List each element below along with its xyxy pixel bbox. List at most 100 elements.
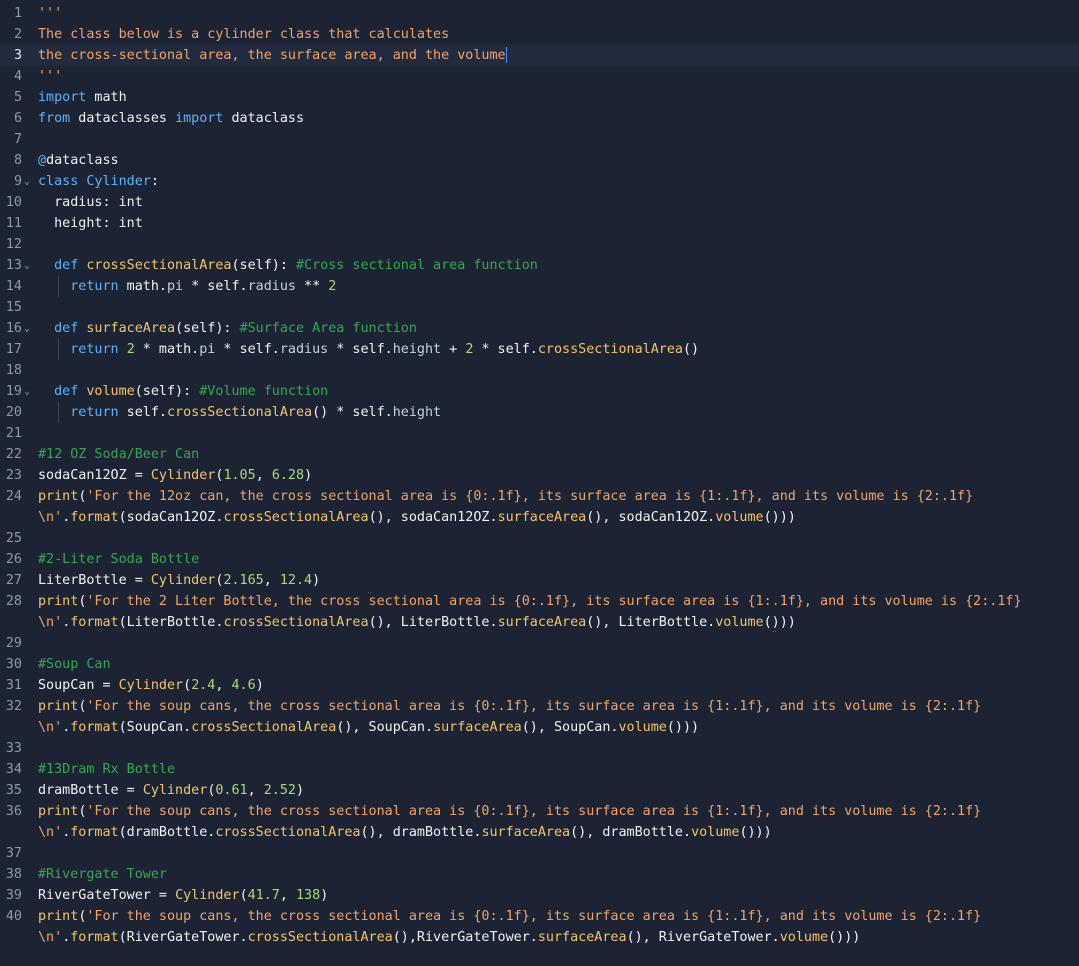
code-token: 1.05 (223, 468, 256, 483)
code-token: return (70, 405, 119, 420)
code-token: height (392, 405, 442, 420)
code-line-wrap[interactable]: \n'.format(SoupCan.crossSectionalArea(),… (0, 717, 1079, 738)
code-line-24[interactable]: 24 print('For the 12oz can, the cross sec… (0, 486, 1079, 507)
code-line-18[interactable]: 18 (0, 360, 1079, 381)
line-number: 40 (5, 909, 22, 924)
code-token: height (392, 342, 442, 357)
code-line-wrap[interactable]: \n'.format(LiterBottle.crossSectionalAre… (0, 612, 1079, 633)
code-line-26[interactable]: 26 #2-Liter Soda Bottle (0, 549, 1079, 570)
code-token: radius (279, 342, 329, 357)
code-token: volume (715, 510, 764, 525)
line-number: 7 (13, 132, 22, 147)
code-line-21[interactable]: 21 (0, 423, 1079, 444)
code-line-3[interactable]: 3 the cross-sectional area, the surface a… (0, 45, 1079, 66)
code-token: format (70, 615, 119, 630)
code-line-23[interactable]: 23 sodaCan12OZ = Cylinder(1.05, 6.28) (0, 465, 1079, 486)
line-number: 3 (13, 48, 22, 63)
code-line-13[interactable]: 13 ⌄ def crossSectionalArea(self): #Cross… (0, 255, 1079, 276)
line-number: 4 (13, 69, 22, 84)
code-line-20[interactable]: 20 return self.crossSectionalArea() * se… (0, 402, 1079, 423)
code-token: surfaceArea (537, 930, 627, 945)
code-token: crossSectionalArea (215, 825, 361, 840)
code-text: #2-Liter Soda Bottle (38, 549, 199, 570)
code-line-8[interactable]: 8 @dataclass (0, 150, 1079, 171)
code-line-4[interactable]: 4 ''' (0, 66, 1079, 87)
code-token: print (38, 804, 79, 819)
code-token: format (70, 930, 119, 945)
code-line-1[interactable]: 1 ''' (0, 3, 1079, 24)
code-token: () (683, 342, 700, 357)
code-line-27[interactable]: 27 LiterBottle = Cylinder(2.165, 12.4) (0, 570, 1079, 591)
code-line-37[interactable]: 37 (0, 843, 1079, 864)
code-token: \n' (38, 720, 63, 735)
line-number: 28 (5, 594, 22, 609)
code-text: #13Dram Rx Bottle (38, 759, 175, 780)
line-number: 8 (13, 153, 22, 168)
code-text: #12 OZ Soda/Beer Can (38, 444, 199, 465)
code-token: format (70, 720, 119, 735)
code-token: ''' (38, 69, 63, 84)
code-token: (), dramBottle. (570, 825, 692, 840)
line-number: 38 (5, 867, 22, 882)
code-token: 'For the 12oz can, the cross sectional a… (86, 489, 974, 504)
code-line-34[interactable]: 34 #13Dram Rx Bottle (0, 759, 1079, 780)
code-editor[interactable]: 1 ''' 2 The class below is a cylinder class… (0, 0, 1079, 966)
code-token: class (38, 174, 79, 189)
code-token: ())) (739, 825, 772, 840)
text-cursor (505, 47, 507, 63)
code-line-22[interactable]: 22 #12 OZ Soda/Beer Can (0, 444, 1079, 465)
code-line-14[interactable]: 14 return math.pi * self.radius ** 2 (0, 276, 1079, 297)
chevron-down-icon[interactable]: ⌄ (21, 318, 33, 339)
code-line-17[interactable]: 17 return 2 * math.pi * self.radius * se… (0, 339, 1079, 360)
code-line-35[interactable]: 35 dramBottle = Cylinder(0.61, 2.52) (0, 780, 1079, 801)
code-token: , (279, 888, 296, 903)
code-token: (RiverGateTower. (118, 930, 248, 945)
line-number: 23 (5, 468, 22, 483)
code-token: #13Dram Rx Bottle (38, 762, 176, 777)
code-line-28[interactable]: 28 print('For the 2 Liter Bottle, the cro… (0, 591, 1079, 612)
code-line-19[interactable]: 19 ⌄ def volume(self): #Volume function (0, 381, 1079, 402)
chevron-down-icon[interactable]: ⌄ (21, 171, 33, 192)
code-line-29[interactable]: 29 (0, 633, 1079, 654)
line-number: 2 (13, 27, 22, 42)
code-line-38[interactable]: 38 #Rivergate Tower (0, 864, 1079, 885)
code-line-39[interactable]: 39 RiverGateTower = Cylinder(41.7, 138) (0, 885, 1079, 906)
code-line-6[interactable]: 6 from dataclasses import dataclass (0, 108, 1079, 129)
code-token: 'For the soup cans, the cross sectional … (86, 909, 982, 924)
code-token: Cylinder (175, 888, 240, 903)
code-line-2[interactable]: 2 The class below is a cylinder class tha… (0, 24, 1079, 45)
code-token: ''' (38, 6, 63, 21)
code-line-10[interactable]: 10 radius: int (0, 192, 1079, 213)
code-line-36[interactable]: 36 print('For the soup cans, the cross se… (0, 801, 1079, 822)
code-line-32[interactable]: 32 print('For the soup cans, the cross se… (0, 696, 1079, 717)
code-line-wrap[interactable]: \n'.format(sodaCan12OZ.crossSectionalAre… (0, 507, 1079, 528)
code-line-40[interactable]: 40 print('For the soup cans, the cross se… (0, 906, 1079, 927)
code-line-9[interactable]: 9 ⌄ class Cylinder: (0, 171, 1079, 192)
code-token: self. (118, 405, 167, 420)
code-token: math (86, 90, 127, 105)
code-text: ''' (38, 66, 62, 87)
line-number: 14 (5, 279, 22, 294)
code-text: #Rivergate Tower (38, 864, 167, 885)
code-line-5[interactable]: 5 import math (0, 87, 1079, 108)
code-line-wrap[interactable]: \n'.format(dramBottle.crossSectionalArea… (0, 822, 1079, 843)
chevron-down-icon[interactable]: ⌄ (21, 255, 33, 276)
code-line-12[interactable]: 12 (0, 234, 1079, 255)
code-token: LiterBottle = (38, 573, 151, 588)
code-line-7[interactable]: 7 (0, 129, 1079, 150)
code-line-25[interactable]: 25 (0, 528, 1079, 549)
chevron-down-icon[interactable]: ⌄ (21, 381, 33, 402)
code-line-30[interactable]: 30 #Soup Can (0, 654, 1079, 675)
code-line-33[interactable]: 33 (0, 738, 1079, 759)
code-token: * math. (134, 342, 200, 357)
code-token: volume (715, 615, 764, 630)
code-line-31[interactable]: 31 SoupCan = Cylinder(2.4, 4.6) (0, 675, 1079, 696)
line-number: 11 (5, 216, 22, 231)
code-token: 4.6 (231, 678, 256, 693)
code-token: 6.28 (271, 468, 305, 483)
code-line-15[interactable]: 15 (0, 297, 1079, 318)
code-line-11[interactable]: 11 height: int (0, 213, 1079, 234)
code-line-16[interactable]: 16 ⌄ def surfaceArea(self): #Surface Area… (0, 318, 1079, 339)
code-line-wrap[interactable]: \n'.format(RiverGateTower.crossSectional… (0, 927, 1079, 948)
